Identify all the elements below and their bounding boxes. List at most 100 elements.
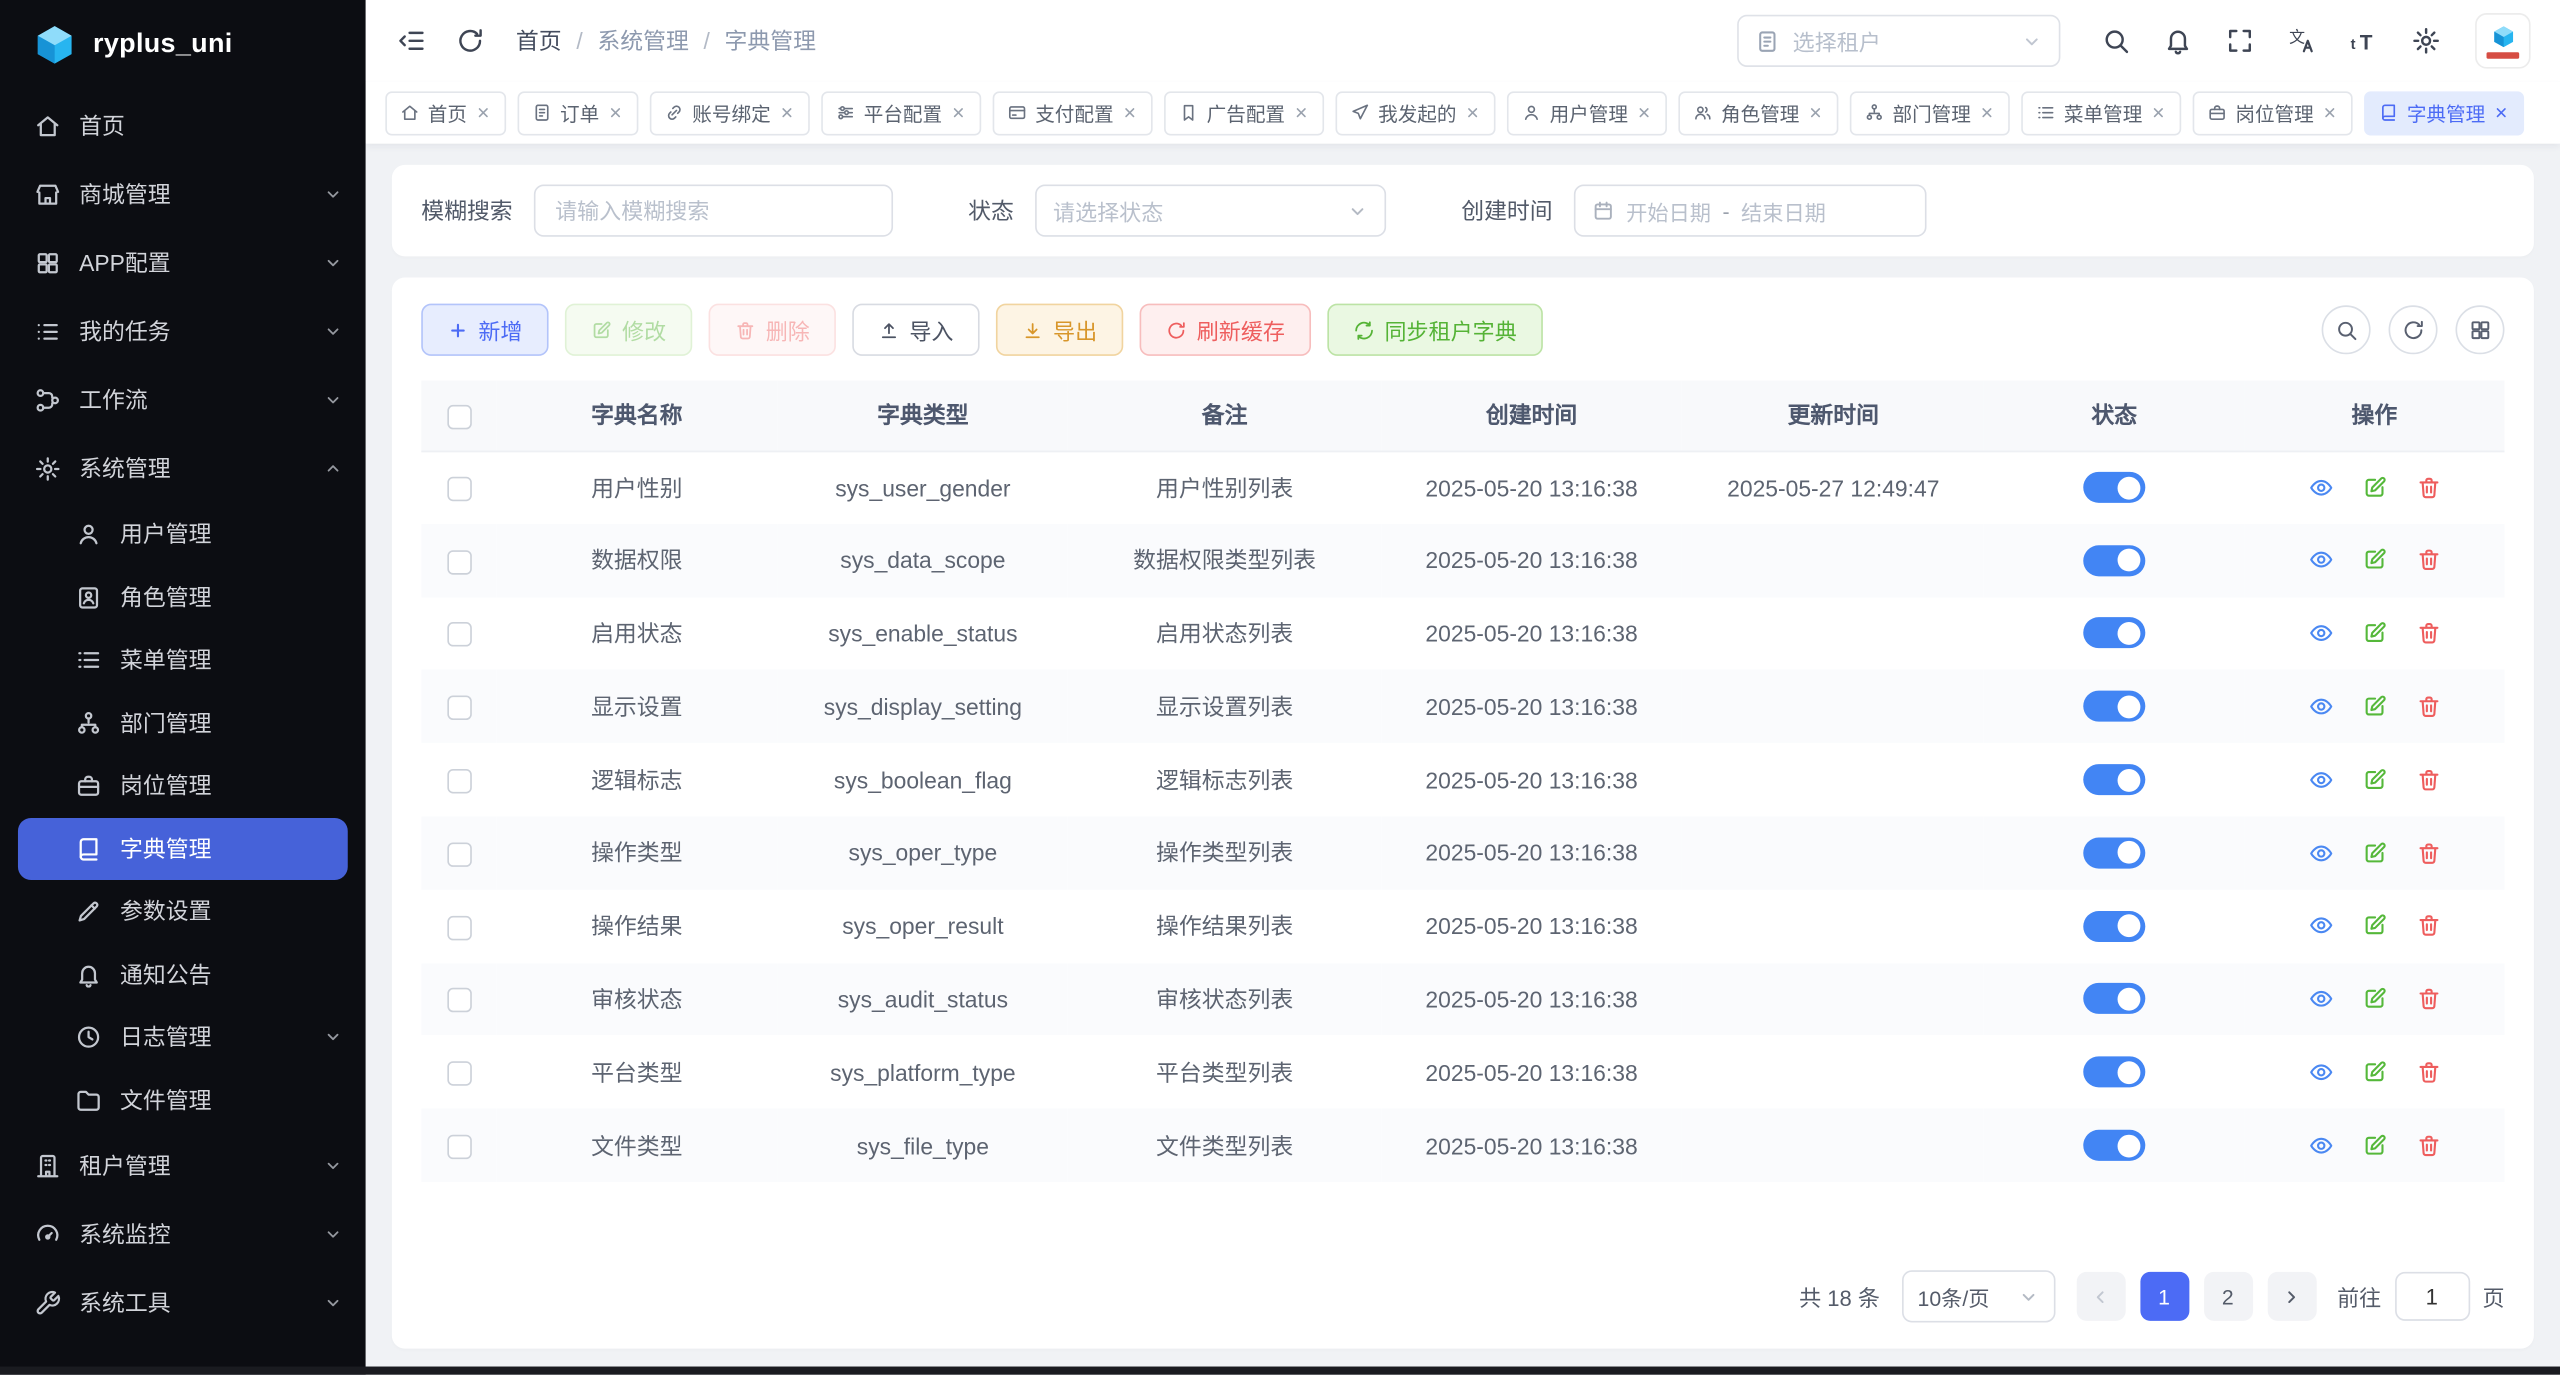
sidebar-item-role-mgmt[interactable]: 角色管理 xyxy=(0,566,366,629)
sidebar-item-home[interactable]: 首页 xyxy=(0,91,366,160)
tab-order[interactable]: 订单 xyxy=(518,91,639,135)
tab-close-icon[interactable] xyxy=(1979,104,1995,120)
sidebar-item-tools[interactable]: 系统工具 xyxy=(0,1269,366,1338)
breadcrumb-item[interactable]: 首页 xyxy=(516,24,562,57)
sidebar-item-system[interactable]: 系统管理 xyxy=(0,434,366,503)
view-button[interactable] xyxy=(2307,1132,2333,1158)
edit-button[interactable]: 修改 xyxy=(565,304,692,356)
tab-close-icon[interactable] xyxy=(2493,104,2509,120)
view-button[interactable] xyxy=(2307,767,2333,793)
status-toggle[interactable] xyxy=(2083,764,2145,795)
row-checkbox[interactable] xyxy=(447,988,471,1012)
row-checkbox[interactable] xyxy=(447,696,471,720)
sidebar-item-menu-mgmt[interactable]: 菜单管理 xyxy=(0,629,366,692)
add-button[interactable]: 新增 xyxy=(421,304,548,356)
sidebar-item-logs[interactable]: 日志管理 xyxy=(0,1006,366,1069)
column-settings-button[interactable] xyxy=(2456,305,2505,354)
sync-tenant-dict-button[interactable]: 同步租户字典 xyxy=(1327,304,1543,356)
tab-close-icon[interactable] xyxy=(2150,104,2166,120)
tab-close-icon[interactable] xyxy=(607,104,623,120)
sidebar-item-params[interactable]: 参数设置 xyxy=(0,880,366,943)
row-checkbox[interactable] xyxy=(447,623,471,647)
delete-button[interactable] xyxy=(2415,986,2441,1012)
edit-button[interactable] xyxy=(2361,475,2387,501)
view-button[interactable] xyxy=(2307,475,2333,501)
edit-button[interactable] xyxy=(2361,620,2387,646)
sidebar-item-mall[interactable]: 商城管理 xyxy=(0,160,366,229)
search-toggle-button[interactable] xyxy=(2322,305,2371,354)
tab-close-icon[interactable] xyxy=(1465,104,1481,120)
tab-post-mgmt[interactable]: 岗位管理 xyxy=(2193,91,2353,135)
sidebar-item-workflow[interactable]: 工作流 xyxy=(0,366,366,435)
tab-close-icon[interactable] xyxy=(950,104,966,120)
view-button[interactable] xyxy=(2307,547,2333,573)
delete-button[interactable] xyxy=(2415,840,2441,866)
edit-button[interactable] xyxy=(2361,840,2387,866)
tab-pay-config[interactable]: 支付配置 xyxy=(993,91,1153,135)
keyword-input[interactable] xyxy=(534,184,893,236)
prev-page-button[interactable] xyxy=(2076,1272,2125,1321)
notifications-button[interactable] xyxy=(2152,15,2204,67)
edit-button[interactable] xyxy=(2361,1059,2387,1085)
edit-button[interactable] xyxy=(2361,1132,2387,1158)
page-button-1[interactable]: 1 xyxy=(2140,1272,2189,1321)
delete-button[interactable]: 删除 xyxy=(709,304,836,356)
row-checkbox[interactable] xyxy=(447,842,471,866)
tab-close-icon[interactable] xyxy=(1122,104,1138,120)
view-button[interactable] xyxy=(2307,840,2333,866)
refresh-table-button[interactable] xyxy=(2389,305,2438,354)
tab-close-icon[interactable] xyxy=(1636,104,1652,120)
tab-home[interactable]: 首页 xyxy=(385,91,506,135)
tab-menu-mgmt[interactable]: 菜单管理 xyxy=(2021,91,2181,135)
tab-close-icon[interactable] xyxy=(2322,104,2338,120)
tab-close-icon[interactable] xyxy=(475,104,491,120)
page-button-2[interactable]: 2 xyxy=(2203,1272,2252,1321)
tab-role-mgmt[interactable]: 角色管理 xyxy=(1679,91,1839,135)
status-toggle[interactable] xyxy=(2083,691,2145,722)
delete-button[interactable] xyxy=(2415,547,2441,573)
refresh-page-button[interactable] xyxy=(444,15,496,67)
status-toggle[interactable] xyxy=(2083,1057,2145,1088)
edit-button[interactable] xyxy=(2361,767,2387,793)
import-button[interactable]: 导入 xyxy=(852,304,979,356)
tab-platform-config[interactable]: 平台配置 xyxy=(821,91,981,135)
fullscreen-button[interactable] xyxy=(2214,15,2266,67)
view-button[interactable] xyxy=(2307,694,2333,720)
avatar[interactable] xyxy=(2475,13,2531,69)
next-page-button[interactable] xyxy=(2267,1272,2316,1321)
tab-my-initiated[interactable]: 我发起的 xyxy=(1336,91,1496,135)
status-toggle[interactable] xyxy=(2083,984,2145,1015)
sidebar-item-user-mgmt[interactable]: 用户管理 xyxy=(0,503,366,566)
delete-button[interactable] xyxy=(2415,694,2441,720)
sidebar-item-dict-mgmt[interactable]: 字典管理 xyxy=(18,817,348,880)
delete-button[interactable] xyxy=(2415,620,2441,646)
edit-button[interactable] xyxy=(2361,913,2387,939)
view-button[interactable] xyxy=(2307,986,2333,1012)
tab-close-icon[interactable] xyxy=(1293,104,1309,120)
row-checkbox[interactable] xyxy=(447,1135,471,1159)
settings-button[interactable] xyxy=(2400,15,2452,67)
status-toggle[interactable] xyxy=(2083,472,2145,503)
row-checkbox[interactable] xyxy=(447,1062,471,1086)
goto-page-input[interactable] xyxy=(2394,1272,2469,1321)
collapse-sidebar-button[interactable] xyxy=(385,15,437,67)
sidebar-item-app-config[interactable]: APP配置 xyxy=(0,229,366,298)
status-toggle[interactable] xyxy=(2083,545,2145,576)
status-select[interactable]: 请选择状态 xyxy=(1035,184,1386,236)
tab-ad-config[interactable]: 广告配置 xyxy=(1164,91,1324,135)
view-button[interactable] xyxy=(2307,1059,2333,1085)
delete-button[interactable] xyxy=(2415,1059,2441,1085)
tab-dept-mgmt[interactable]: 部门管理 xyxy=(1850,91,2010,135)
edit-button[interactable] xyxy=(2361,986,2387,1012)
sidebar-item-my-tasks[interactable]: 我的任务 xyxy=(0,297,366,366)
status-toggle[interactable] xyxy=(2083,1130,2145,1161)
tab-close-icon[interactable] xyxy=(779,104,795,120)
row-checkbox[interactable] xyxy=(447,915,471,939)
language-button[interactable] xyxy=(2276,15,2328,67)
edit-button[interactable] xyxy=(2361,694,2387,720)
sidebar-item-files[interactable]: 文件管理 xyxy=(0,1069,366,1132)
tab-account-bind[interactable]: 账号绑定 xyxy=(650,91,810,135)
refresh-cache-button[interactable]: 刷新缓存 xyxy=(1140,304,1311,356)
app-logo[interactable]: ryplus_uni xyxy=(0,0,366,88)
row-checkbox[interactable] xyxy=(447,769,471,793)
